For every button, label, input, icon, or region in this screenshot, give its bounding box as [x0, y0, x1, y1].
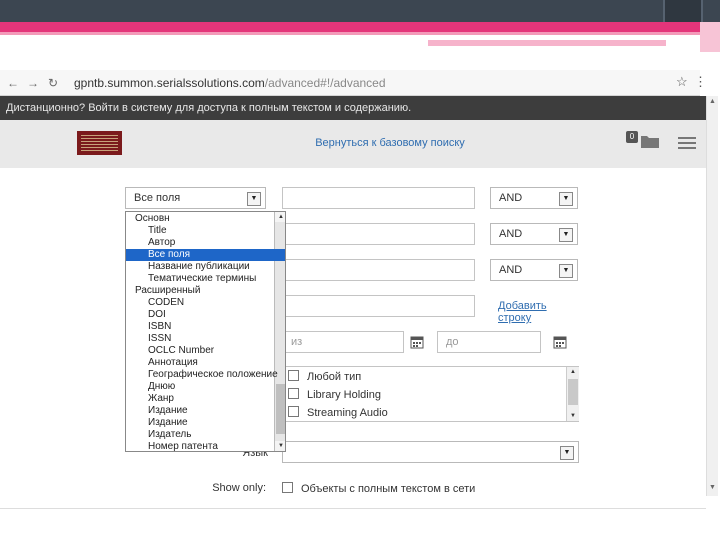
dropdown-option[interactable]: CODEN: [126, 297, 285, 309]
operator-value: AND: [499, 228, 523, 240]
field-select-value: Все поля: [134, 192, 181, 204]
chevron-down-icon: ▼: [560, 446, 574, 460]
search-term-input-3[interactable]: [282, 259, 475, 281]
search-term-input-1[interactable]: [282, 187, 475, 209]
operator-select-2[interactable]: AND ▼: [490, 223, 578, 245]
remote-login-banner[interactable]: Дистанционно? Войти в систему для доступ…: [0, 96, 706, 120]
content-type-label: Streaming Audio: [307, 407, 388, 419]
page-divider: [0, 508, 706, 509]
content-type-option[interactable]: Любой тип: [288, 369, 361, 385]
scroll-down-arrow-icon[interactable]: ▼: [567, 411, 579, 421]
checkbox[interactable]: [288, 370, 299, 381]
back-arrow-icon[interactable]: ←: [6, 76, 20, 90]
dropdown-option[interactable]: Автор: [126, 237, 285, 249]
date-from-input[interactable]: из: [282, 331, 404, 353]
language-select[interactable]: ▼: [282, 441, 579, 463]
folder-icon[interactable]: [640, 133, 660, 149]
content-type-option[interactable]: Library Holding: [288, 387, 381, 403]
fulltext-option[interactable]: Объекты с полным текстом в сети: [282, 482, 522, 496]
chevron-down-icon: ▼: [559, 228, 573, 242]
content-type-label: Любой тип: [307, 371, 362, 383]
scroll-thumb[interactable]: [568, 379, 578, 405]
dropdown-group-label: Основн: [135, 213, 170, 224]
bookmark-star-icon[interactable]: ☆: [676, 74, 690, 90]
field-select-dropdown[interactable]: ▲ ▼ Основн Title Автор Все поля Название пуб…: [125, 211, 286, 452]
content-type-label: Library Holding: [307, 389, 381, 401]
content-type-list[interactable]: Любой тип Library Holding Streaming Audi…: [283, 366, 579, 422]
scroll-up-arrow-icon[interactable]: ▲: [567, 367, 579, 377]
reload-icon[interactable]: ↻: [46, 76, 60, 90]
date-to-input[interactable]: до: [437, 331, 541, 353]
dropdown-option[interactable]: Издание: [126, 405, 285, 417]
dropdown-option[interactable]: OCLC Number: [126, 345, 285, 357]
calendar-icon[interactable]: [410, 335, 424, 349]
slide-pink-accent: [428, 40, 666, 46]
browser-menu-icon[interactable]: ⋮: [694, 74, 707, 90]
hamburger-menu-icon[interactable]: [678, 137, 698, 151]
content-type-scrollbar[interactable]: ▲ ▼: [566, 367, 579, 421]
library-logo[interactable]: [77, 131, 122, 155]
add-row-link[interactable]: Добавить строку: [498, 300, 578, 324]
url-host: gpntb.summon.serialssolutions.com: [74, 76, 265, 90]
search-term-input-4[interactable]: [282, 295, 475, 317]
forward-arrow-icon[interactable]: →: [26, 76, 40, 90]
checkbox[interactable]: [288, 388, 299, 399]
dropdown-option[interactable]: Title: [126, 225, 285, 237]
operator-value: AND: [499, 192, 523, 204]
operator-select-1[interactable]: AND ▼: [490, 187, 578, 209]
operator-select-3[interactable]: AND ▼: [490, 259, 578, 281]
scroll-up-arrow-icon[interactable]: ▲: [707, 96, 718, 108]
dropdown-option[interactable]: Издание: [126, 417, 285, 429]
search-term-input-2[interactable]: [282, 223, 475, 245]
scroll-down-arrow-icon[interactable]: ▼: [707, 482, 718, 494]
field-select[interactable]: Все поля ▼: [125, 187, 266, 209]
dropdown-group-label: Расширенный: [135, 285, 201, 296]
dropdown-option[interactable]: ISBN: [126, 321, 285, 333]
dropdown-option[interactable]: Номер патента: [126, 441, 285, 451]
calendar-icon[interactable]: [553, 335, 567, 349]
dropdown-option[interactable]: Географическое положение: [126, 369, 285, 381]
dropdown-option[interactable]: Название публикации: [126, 261, 285, 273]
back-to-basic-search-link[interactable]: Вернуться к базовому поиску: [290, 137, 490, 151]
fulltext-checkbox[interactable]: [282, 482, 293, 493]
fulltext-label: Объекты с полным текстом в сети: [301, 483, 476, 495]
saved-items-count: 0: [626, 131, 638, 143]
dropdown-option[interactable]: DOI: [126, 309, 285, 321]
dropdown-option[interactable]: Издатель: [126, 429, 285, 441]
dropdown-option[interactable]: Тематические термины: [126, 273, 285, 285]
operator-value: AND: [499, 264, 523, 276]
chevron-down-icon: ▼: [247, 192, 261, 206]
chevron-down-icon: ▼: [559, 264, 573, 278]
slide-pink-stripe: [0, 22, 720, 32]
dropdown-option[interactable]: Жанр: [126, 393, 285, 405]
slide-pink-stripe-thin: [0, 32, 720, 35]
checkbox[interactable]: [288, 406, 299, 417]
slide-header-tab: [663, 0, 703, 22]
dropdown-option[interactable]: ISSN: [126, 333, 285, 345]
dropdown-option[interactable]: Все поля: [126, 249, 285, 261]
dropdown-option[interactable]: Днюю: [126, 381, 285, 393]
url-path: /advanced#!/advanced: [264, 76, 386, 90]
content-type-option[interactable]: Streaming Audio: [288, 405, 388, 421]
page-scrollbar[interactable]: ▲ ▼: [706, 96, 718, 496]
slide-pink-corner: [700, 22, 720, 52]
slide-header-bar: [0, 0, 720, 22]
chevron-down-icon: ▼: [559, 192, 573, 206]
show-only-label: Show only:: [212, 482, 266, 494]
dropdown-option[interactable]: Аннотация: [126, 357, 285, 369]
address-bar[interactable]: gpntb.summon.serialssolutions.com/advanc…: [74, 74, 654, 92]
